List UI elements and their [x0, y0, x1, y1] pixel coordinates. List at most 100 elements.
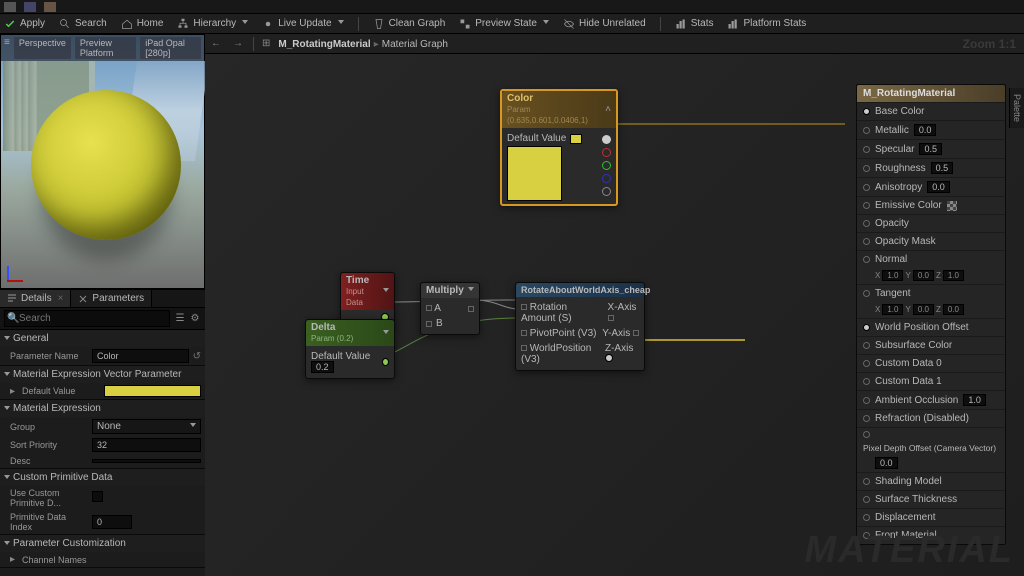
preview-viewport[interactable]: ≡ Perspective Preview Platform iPad Opal…	[0, 34, 205, 289]
zoom-label: Zoom 1:1	[963, 37, 1016, 51]
input-pin[interactable]	[521, 304, 527, 310]
usecpd-checkbox[interactable]	[92, 491, 103, 502]
tz-field[interactable]: 0.0	[943, 304, 964, 315]
section-general[interactable]: General	[0, 330, 205, 347]
output-pin-r[interactable]	[602, 148, 611, 157]
reset-icon[interactable]: ↺	[193, 351, 201, 362]
pdi-field[interactable]: 0	[92, 515, 132, 529]
browse-icon[interactable]	[44, 2, 56, 12]
output-pin-a[interactable]	[602, 187, 611, 196]
output-pin[interactable]	[605, 354, 613, 362]
preview-state-button[interactable]: Preview State	[459, 18, 549, 30]
preview-sphere	[31, 90, 181, 240]
input-pin[interactable]	[521, 330, 527, 336]
input-pin[interactable]	[863, 431, 870, 438]
output-pin[interactable]	[382, 358, 389, 366]
input-pin[interactable]	[863, 127, 870, 134]
input-pin[interactable]	[863, 397, 870, 404]
search-input[interactable]	[4, 310, 170, 327]
output-pin-rgb[interactable]	[602, 135, 611, 144]
stats-button[interactable]: Stats	[675, 18, 714, 30]
specular-field[interactable]: 0.5	[919, 143, 942, 155]
apply-button[interactable]: Apply	[4, 18, 45, 30]
color-swatch[interactable]	[104, 385, 201, 397]
app-icon[interactable]	[4, 2, 16, 12]
settings-icon[interactable]: ⚙	[189, 313, 201, 325]
input-pin[interactable]	[863, 108, 870, 115]
ny-field[interactable]: 0.0	[913, 270, 934, 281]
color-swatch-small[interactable]	[570, 134, 582, 144]
breadcrumb[interactable]: M_RotatingMaterial ▸ Material Graph	[278, 38, 448, 50]
input-pin	[863, 342, 870, 349]
input-pin	[863, 496, 870, 503]
view-mode-button[interactable]: Perspective	[14, 37, 71, 59]
input-pin[interactable]	[863, 202, 870, 209]
section-pc[interactable]: Parameter Customization	[0, 535, 205, 552]
output-pin[interactable]	[633, 330, 639, 336]
graph-icon: ⊞	[262, 38, 270, 49]
tx-field[interactable]: 1.0	[882, 304, 903, 315]
input-pin	[863, 238, 870, 245]
pdo-field[interactable]: 0.0	[875, 457, 898, 469]
param-name-field[interactable]: Color	[92, 349, 189, 363]
input-pin[interactable]	[521, 345, 527, 351]
close-icon[interactable]: ×	[58, 293, 64, 304]
node-rotate[interactable]: RotateAboutWorldAxis_cheap Rotation Amou…	[515, 282, 645, 371]
nav-back-button[interactable]: ←	[209, 38, 223, 49]
nav-forward-button[interactable]: →	[231, 38, 245, 49]
sort-priority-label: Sort Priority	[10, 440, 88, 450]
preview-device-button[interactable]: iPad Opal [280p]	[140, 37, 201, 59]
node-color[interactable]: ColorParam (0.635,0.601,0.0406,1)˄ Defau…	[500, 89, 618, 206]
ty-field[interactable]: 0.0	[913, 304, 934, 315]
metallic-field[interactable]: 0.0	[914, 124, 937, 136]
roughness-field[interactable]: 0.5	[931, 162, 954, 174]
expand-icon[interactable]: ▸	[10, 386, 18, 397]
collapse-icon[interactable]: ˄	[605, 104, 611, 115]
save-icon[interactable]	[24, 2, 36, 12]
group-select[interactable]: None	[92, 419, 201, 434]
material-graph[interactable]: ← → ⊞ M_RotatingMaterial ▸ Material Grap…	[205, 34, 1024, 576]
output-pin[interactable]	[468, 306, 474, 312]
input-pin[interactable]	[863, 146, 870, 153]
tab-parameters[interactable]: Parameters	[71, 290, 152, 307]
tab-details[interactable]: Details×	[0, 290, 71, 307]
delta-value-field[interactable]: 0.2	[311, 361, 334, 373]
platform-stats-button[interactable]: Platform Stats	[727, 18, 806, 30]
clean-graph-button[interactable]: Clean Graph	[373, 18, 446, 30]
output-pin-g[interactable]	[602, 161, 611, 170]
sort-priority-field[interactable]: 32	[92, 438, 201, 452]
node-result[interactable]: M_RotatingMaterial Base Color Metallic0.…	[856, 84, 1006, 545]
nz-field[interactable]: 1.0	[943, 270, 964, 281]
node-delta[interactable]: DeltaParam (0.2) Default Value 0.2	[305, 319, 395, 379]
input-pin-a[interactable]	[426, 305, 432, 311]
desc-label: Desc	[10, 456, 88, 466]
input-pin-b[interactable]	[426, 321, 432, 327]
preview-platform-button[interactable]: Preview Platform	[75, 37, 136, 59]
ao-field[interactable]: 1.0	[963, 394, 986, 406]
filter-icon[interactable]: ☰	[174, 313, 186, 325]
search-button[interactable]: Search	[59, 18, 107, 30]
input-pin[interactable]	[863, 324, 870, 331]
section-cpd[interactable]: Custom Primitive Data	[0, 469, 205, 486]
section-mevp[interactable]: Material Expression Vector Parameter	[0, 366, 205, 383]
input-pin	[863, 378, 870, 385]
input-pin[interactable]	[863, 290, 870, 297]
expand-icon[interactable]: ▸	[10, 554, 18, 565]
hierarchy-button[interactable]: Hierarchy	[177, 18, 248, 30]
section-me[interactable]: Material Expression	[0, 400, 205, 417]
anisotropy-field[interactable]: 0.0	[927, 181, 950, 193]
palette-tab[interactable]: Palette	[1009, 88, 1024, 128]
output-pin[interactable]	[608, 315, 614, 321]
hide-unrelated-button[interactable]: Hide Unrelated	[563, 18, 646, 30]
menu-icon[interactable]: ≡	[4, 37, 10, 59]
node-multiply[interactable]: Multiply A B	[420, 282, 480, 335]
input-pin[interactable]	[863, 184, 870, 191]
input-pin[interactable]	[863, 165, 870, 172]
input-pin	[863, 360, 870, 367]
live-update-button[interactable]: Live Update	[262, 18, 343, 30]
desc-field[interactable]	[92, 459, 201, 463]
home-button[interactable]: Home	[121, 18, 164, 30]
input-pin[interactable]	[863, 256, 870, 263]
output-pin-b[interactable]	[602, 174, 611, 183]
nx-field[interactable]: 1.0	[882, 270, 903, 281]
